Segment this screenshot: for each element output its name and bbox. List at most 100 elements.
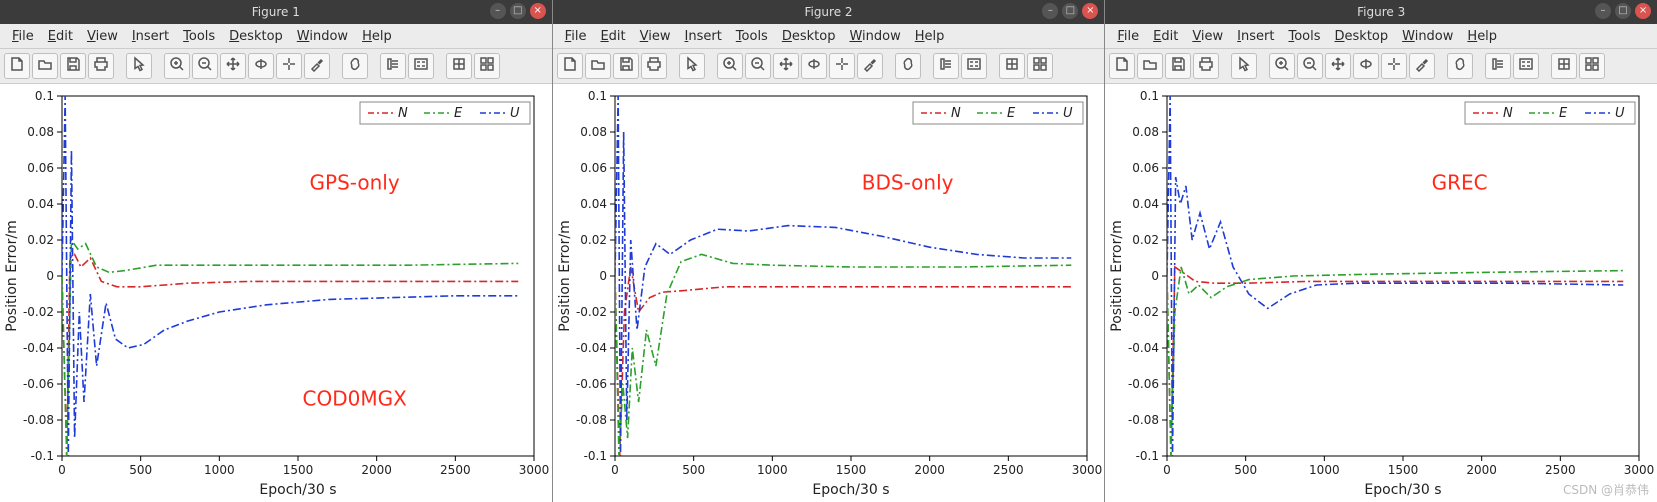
- zoom-out-button[interactable]: [1297, 53, 1323, 79]
- brush-button[interactable]: [304, 53, 330, 79]
- svg-text:-0.06: -0.06: [576, 377, 607, 391]
- maximize-button[interactable]: □: [1615, 3, 1631, 19]
- new-icon: [562, 56, 578, 76]
- menu-desktop[interactable]: Desktop: [223, 27, 289, 46]
- open-button[interactable]: [585, 53, 611, 79]
- menu-insert[interactable]: Insert: [1231, 27, 1280, 46]
- brush-button[interactable]: [1409, 53, 1435, 79]
- pan-button[interactable]: [220, 53, 246, 79]
- menu-file[interactable]: File: [1111, 27, 1145, 46]
- menu-file[interactable]: File: [559, 27, 593, 46]
- menu-view[interactable]: View: [634, 27, 677, 46]
- data-cursor-button[interactable]: [1381, 53, 1407, 79]
- menu-help[interactable]: Help: [1461, 27, 1503, 46]
- colorbar-button[interactable]: [1485, 53, 1511, 79]
- subplot-button[interactable]: [1579, 53, 1605, 79]
- rotate3d-button[interactable]: [801, 53, 827, 79]
- maximize-button[interactable]: □: [1062, 3, 1078, 19]
- close-button[interactable]: ×: [530, 3, 546, 19]
- legend-icon: [1518, 56, 1534, 76]
- svg-text:GREC: GREC: [1432, 171, 1488, 195]
- grid-button[interactable]: [446, 53, 472, 79]
- print-button[interactable]: [641, 53, 667, 79]
- link-button[interactable]: [342, 53, 368, 79]
- zoom-in-button[interactable]: [717, 53, 743, 79]
- menu-window[interactable]: Window: [843, 27, 906, 46]
- subplot-button[interactable]: [1027, 53, 1053, 79]
- new-button[interactable]: [4, 53, 30, 79]
- save-button[interactable]: [613, 53, 639, 79]
- menu-window[interactable]: Window: [1396, 27, 1459, 46]
- menu-view[interactable]: View: [1186, 27, 1229, 46]
- svg-text:-0.02: -0.02: [576, 305, 607, 319]
- titlebar: Figure 3–□×: [1105, 0, 1657, 24]
- svg-text:1500: 1500: [1388, 463, 1419, 477]
- legend-button[interactable]: [961, 53, 987, 79]
- menu-edit[interactable]: Edit: [594, 27, 631, 46]
- new-button[interactable]: [557, 53, 583, 79]
- legend-button[interactable]: [1513, 53, 1539, 79]
- menu-edit[interactable]: Edit: [1147, 27, 1184, 46]
- menu-help[interactable]: Help: [909, 27, 951, 46]
- rotate3d-button[interactable]: [1353, 53, 1379, 79]
- colorbar-button[interactable]: [380, 53, 406, 79]
- menu-file[interactable]: File: [6, 27, 40, 46]
- menu-desktop[interactable]: Desktop: [1329, 27, 1395, 46]
- close-button[interactable]: ×: [1082, 3, 1098, 19]
- pointer-button[interactable]: [1231, 53, 1257, 79]
- svg-text:-0.08: -0.08: [576, 413, 607, 427]
- save-icon: [65, 56, 81, 76]
- link-button[interactable]: [1447, 53, 1473, 79]
- pan-button[interactable]: [1325, 53, 1351, 79]
- menu-window[interactable]: Window: [291, 27, 354, 46]
- pan-icon: [778, 56, 794, 76]
- pointer-button[interactable]: [126, 53, 152, 79]
- minimize-button[interactable]: –: [490, 3, 506, 19]
- svg-text:500: 500: [1235, 463, 1258, 477]
- zoom-out-button[interactable]: [192, 53, 218, 79]
- rotate3d-button[interactable]: [248, 53, 274, 79]
- print-button[interactable]: [88, 53, 114, 79]
- data-cursor-button[interactable]: [829, 53, 855, 79]
- brush-button[interactable]: [857, 53, 883, 79]
- menu-insert[interactable]: Insert: [679, 27, 728, 46]
- open-button[interactable]: [32, 53, 58, 79]
- menu-tools[interactable]: Tools: [1282, 27, 1326, 46]
- minimize-button[interactable]: –: [1042, 3, 1058, 19]
- zoom-out-icon: [750, 56, 766, 76]
- colorbar-button[interactable]: [933, 53, 959, 79]
- print-button[interactable]: [1193, 53, 1219, 79]
- link-button[interactable]: [895, 53, 921, 79]
- open-button[interactable]: [1137, 53, 1163, 79]
- menu-tools[interactable]: Tools: [730, 27, 774, 46]
- new-button[interactable]: [1109, 53, 1135, 79]
- zoom-out-button[interactable]: [745, 53, 771, 79]
- pan-button[interactable]: [773, 53, 799, 79]
- window-title: Figure 3: [1105, 5, 1657, 19]
- pointer-button[interactable]: [679, 53, 705, 79]
- svg-text:1500: 1500: [835, 463, 866, 477]
- save-button[interactable]: [1165, 53, 1191, 79]
- grid-button[interactable]: [999, 53, 1025, 79]
- menu-insert[interactable]: Insert: [126, 27, 175, 46]
- subplot-button[interactable]: [474, 53, 500, 79]
- link-icon: [347, 56, 363, 76]
- close-button[interactable]: ×: [1635, 3, 1651, 19]
- menu-help[interactable]: Help: [356, 27, 398, 46]
- window-title: Figure 1: [0, 5, 552, 19]
- menu-desktop[interactable]: Desktop: [776, 27, 842, 46]
- svg-text:0.02: 0.02: [27, 233, 54, 247]
- data-cursor-button[interactable]: [276, 53, 302, 79]
- maximize-button[interactable]: □: [510, 3, 526, 19]
- zoom-in-button[interactable]: [1269, 53, 1295, 79]
- svg-text:0.02: 0.02: [1133, 233, 1160, 247]
- minimize-button[interactable]: –: [1595, 3, 1611, 19]
- zoom-in-button[interactable]: [164, 53, 190, 79]
- grid-button[interactable]: [1551, 53, 1577, 79]
- menu-tools[interactable]: Tools: [177, 27, 221, 46]
- menu-edit[interactable]: Edit: [42, 27, 79, 46]
- menu-view[interactable]: View: [81, 27, 124, 46]
- legend-button[interactable]: [408, 53, 434, 79]
- save-button[interactable]: [60, 53, 86, 79]
- svg-text:2500: 2500: [1545, 463, 1576, 477]
